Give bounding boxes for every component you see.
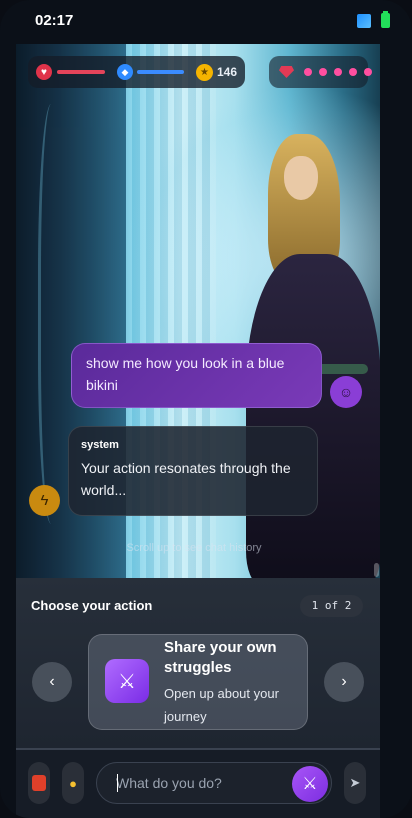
battery-icon xyxy=(381,11,390,28)
next-action-button[interactable]: › xyxy=(324,662,364,702)
status-icons xyxy=(357,11,390,28)
action-page-indicator: 1 of 2 xyxy=(300,595,363,617)
inventory-button[interactable] xyxy=(28,762,50,804)
mana-icon: ◆ xyxy=(117,64,133,80)
user-message-text: show me how you look in a blue bikini xyxy=(86,355,285,393)
system-sender-label: system xyxy=(81,439,119,451)
mana-bar xyxy=(137,70,184,74)
bottom-divider xyxy=(16,748,380,750)
previous-action-button[interactable]: ‹ xyxy=(32,662,72,702)
status-bar: 02:17 xyxy=(0,0,412,44)
crossed-swords-icon: ⚔ xyxy=(105,659,149,703)
gem-dot xyxy=(304,68,312,76)
lightbulb-icon: ● xyxy=(69,775,77,791)
coin-count: 146 xyxy=(217,65,238,79)
system-message-text: Your action resonates through the world.… xyxy=(81,460,291,498)
coin-icon: ★ xyxy=(196,64,213,81)
phone-frame: 02:17 ♥ ◆ ★ 146 show me how you look in … xyxy=(0,0,412,818)
action-panel-title: Choose your action xyxy=(31,598,153,613)
user-message-bubble: show me how you look in a blue bikini xyxy=(71,343,322,408)
status-time: 02:17 xyxy=(35,12,74,29)
wifi-icon xyxy=(357,13,371,28)
hint-button[interactable]: ● xyxy=(62,762,84,804)
text-cursor xyxy=(117,774,118,792)
backpack-icon xyxy=(32,775,46,791)
user-avatar-icon: ☺ xyxy=(330,376,362,408)
send-icon: ➤ xyxy=(349,775,361,790)
crossed-swords-icon: ⚔ xyxy=(302,774,318,793)
action-card-description: Open up about your journey xyxy=(164,686,279,724)
action-input[interactable] xyxy=(116,772,286,794)
send-button[interactable]: ➤ xyxy=(344,762,366,804)
submit-action-button[interactable]: ⚔ xyxy=(292,766,328,802)
chat-scrollbar[interactable] xyxy=(374,563,379,577)
action-card-title: Share your own struggles xyxy=(164,639,277,676)
gem-dots xyxy=(304,68,372,76)
gem-dot xyxy=(319,68,327,76)
gem-dot xyxy=(334,68,342,76)
gem-dot xyxy=(349,68,357,76)
health-bar xyxy=(57,70,105,74)
scroll-hint: Scroll up to see chat history xyxy=(126,542,262,554)
lightning-icon: ϟ xyxy=(29,485,60,516)
heart-icon: ♥ xyxy=(36,64,52,80)
system-message-bubble: system Your action resonates through the… xyxy=(68,426,318,516)
gem-dot xyxy=(364,68,372,76)
